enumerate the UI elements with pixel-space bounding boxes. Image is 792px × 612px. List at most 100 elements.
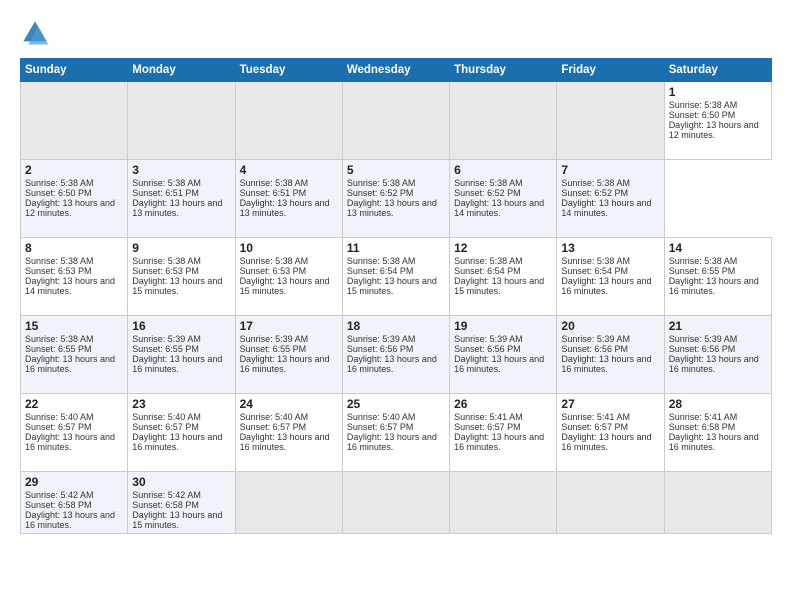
sunrise-text: Sunrise: 5:39 AM [347,334,416,344]
daylight-text: Daylight: 13 hours and 16 minutes. [240,354,330,374]
cell-6-6 [557,472,664,534]
sunset-text: Sunset: 6:56 PM [454,344,521,354]
daylight-text: Daylight: 13 hours and 16 minutes. [25,510,115,530]
sunset-text: Sunset: 6:58 PM [669,422,736,432]
day-number: 8 [25,241,123,255]
sunset-text: Sunset: 6:58 PM [132,500,199,510]
sunset-text: Sunset: 6:52 PM [454,188,521,198]
sunrise-text: Sunrise: 5:38 AM [25,178,94,188]
sunrise-text: Sunrise: 5:39 AM [561,334,630,344]
cell-2-3: 4Sunrise: 5:38 AMSunset: 6:51 PMDaylight… [235,160,342,238]
cell-6-5 [450,472,557,534]
daylight-text: Daylight: 13 hours and 16 minutes. [669,354,759,374]
sunrise-text: Sunrise: 5:38 AM [132,178,201,188]
sunset-text: Sunset: 6:57 PM [561,422,628,432]
sunset-text: Sunset: 6:55 PM [669,266,736,276]
week-row-6: 29Sunrise: 5:42 AMSunset: 6:58 PMDayligh… [21,472,772,534]
sunset-text: Sunset: 6:55 PM [132,344,199,354]
sunset-text: Sunset: 6:56 PM [347,344,414,354]
cell-1-1 [21,82,128,160]
cell-1-3 [235,82,342,160]
cell-4-4: 18Sunrise: 5:39 AMSunset: 6:56 PMDayligh… [342,316,449,394]
sunset-text: Sunset: 6:54 PM [561,266,628,276]
sunrise-text: Sunrise: 5:38 AM [240,256,309,266]
sunrise-text: Sunrise: 5:38 AM [25,334,94,344]
day-number: 16 [132,319,230,333]
week-row-4: 15Sunrise: 5:38 AMSunset: 6:55 PMDayligh… [21,316,772,394]
day-number: 27 [561,397,659,411]
day-number: 13 [561,241,659,255]
sunrise-text: Sunrise: 5:38 AM [25,256,94,266]
day-number: 26 [454,397,552,411]
sunset-text: Sunset: 6:56 PM [561,344,628,354]
day-number: 7 [561,163,659,177]
daylight-text: Daylight: 13 hours and 16 minutes. [132,354,222,374]
cell-3-5: 12Sunrise: 5:38 AMSunset: 6:54 PMDayligh… [450,238,557,316]
cell-5-6: 27Sunrise: 5:41 AMSunset: 6:57 PMDayligh… [557,394,664,472]
daylight-text: Daylight: 13 hours and 15 minutes. [454,276,544,296]
day-number: 17 [240,319,338,333]
cell-1-2 [128,82,235,160]
cell-2-2: 3Sunrise: 5:38 AMSunset: 6:51 PMDaylight… [128,160,235,238]
daylight-text: Daylight: 13 hours and 13 minutes. [347,198,437,218]
daylight-text: Daylight: 13 hours and 16 minutes. [669,432,759,452]
logo [20,18,54,48]
cell-5-1: 22Sunrise: 5:40 AMSunset: 6:57 PMDayligh… [21,394,128,472]
col-header-sunday: Sunday [21,59,128,82]
sunset-text: Sunset: 6:53 PM [240,266,307,276]
sunrise-text: Sunrise: 5:38 AM [347,256,416,266]
cell-3-6: 13Sunrise: 5:38 AMSunset: 6:54 PMDayligh… [557,238,664,316]
col-header-tuesday: Tuesday [235,59,342,82]
sunset-text: Sunset: 6:50 PM [669,110,736,120]
daylight-text: Daylight: 13 hours and 16 minutes. [347,354,437,374]
sunrise-text: Sunrise: 5:42 AM [132,490,201,500]
week-row-1: 1Sunrise: 5:38 AMSunset: 6:50 PMDaylight… [21,82,772,160]
cell-6-2: 30Sunrise: 5:42 AMSunset: 6:58 PMDayligh… [128,472,235,534]
daylight-text: Daylight: 13 hours and 13 minutes. [240,198,330,218]
daylight-text: Daylight: 13 hours and 16 minutes. [25,432,115,452]
page-header [20,18,772,48]
col-header-monday: Monday [128,59,235,82]
cell-3-4: 11Sunrise: 5:38 AMSunset: 6:54 PMDayligh… [342,238,449,316]
daylight-text: Daylight: 13 hours and 12 minutes. [669,120,759,140]
cell-6-4 [342,472,449,534]
sunrise-text: Sunrise: 5:39 AM [240,334,309,344]
sunrise-text: Sunrise: 5:42 AM [25,490,94,500]
day-number: 5 [347,163,445,177]
cell-3-2: 9Sunrise: 5:38 AMSunset: 6:53 PMDaylight… [128,238,235,316]
day-number: 22 [25,397,123,411]
sunrise-text: Sunrise: 5:38 AM [561,178,630,188]
sunset-text: Sunset: 6:57 PM [240,422,307,432]
cell-3-3: 10Sunrise: 5:38 AMSunset: 6:53 PMDayligh… [235,238,342,316]
day-number: 14 [669,241,767,255]
cell-5-3: 24Sunrise: 5:40 AMSunset: 6:57 PMDayligh… [235,394,342,472]
col-header-wednesday: Wednesday [342,59,449,82]
sunset-text: Sunset: 6:50 PM [25,188,92,198]
cell-6-7 [664,472,771,534]
sunset-text: Sunset: 6:56 PM [669,344,736,354]
header-row: SundayMondayTuesdayWednesdayThursdayFrid… [21,59,772,82]
sunrise-text: Sunrise: 5:40 AM [240,412,309,422]
sunrise-text: Sunrise: 5:41 AM [454,412,523,422]
sunrise-text: Sunrise: 5:39 AM [669,334,738,344]
cell-1-4 [342,82,449,160]
cell-5-7: 28Sunrise: 5:41 AMSunset: 6:58 PMDayligh… [664,394,771,472]
day-number: 4 [240,163,338,177]
sunset-text: Sunset: 6:57 PM [347,422,414,432]
day-number: 20 [561,319,659,333]
cell-2-1: 2Sunrise: 5:38 AMSunset: 6:50 PMDaylight… [21,160,128,238]
sunrise-text: Sunrise: 5:41 AM [561,412,630,422]
sunrise-text: Sunrise: 5:38 AM [454,178,523,188]
logo-icon [20,18,50,48]
daylight-text: Daylight: 13 hours and 14 minutes. [454,198,544,218]
daylight-text: Daylight: 13 hours and 16 minutes. [132,432,222,452]
sunrise-text: Sunrise: 5:40 AM [132,412,201,422]
day-number: 24 [240,397,338,411]
cell-4-7: 21Sunrise: 5:39 AMSunset: 6:56 PMDayligh… [664,316,771,394]
sunset-text: Sunset: 6:57 PM [132,422,199,432]
day-number: 25 [347,397,445,411]
cell-4-6: 20Sunrise: 5:39 AMSunset: 6:56 PMDayligh… [557,316,664,394]
day-number: 6 [454,163,552,177]
day-number: 21 [669,319,767,333]
daylight-text: Daylight: 13 hours and 16 minutes. [25,354,115,374]
